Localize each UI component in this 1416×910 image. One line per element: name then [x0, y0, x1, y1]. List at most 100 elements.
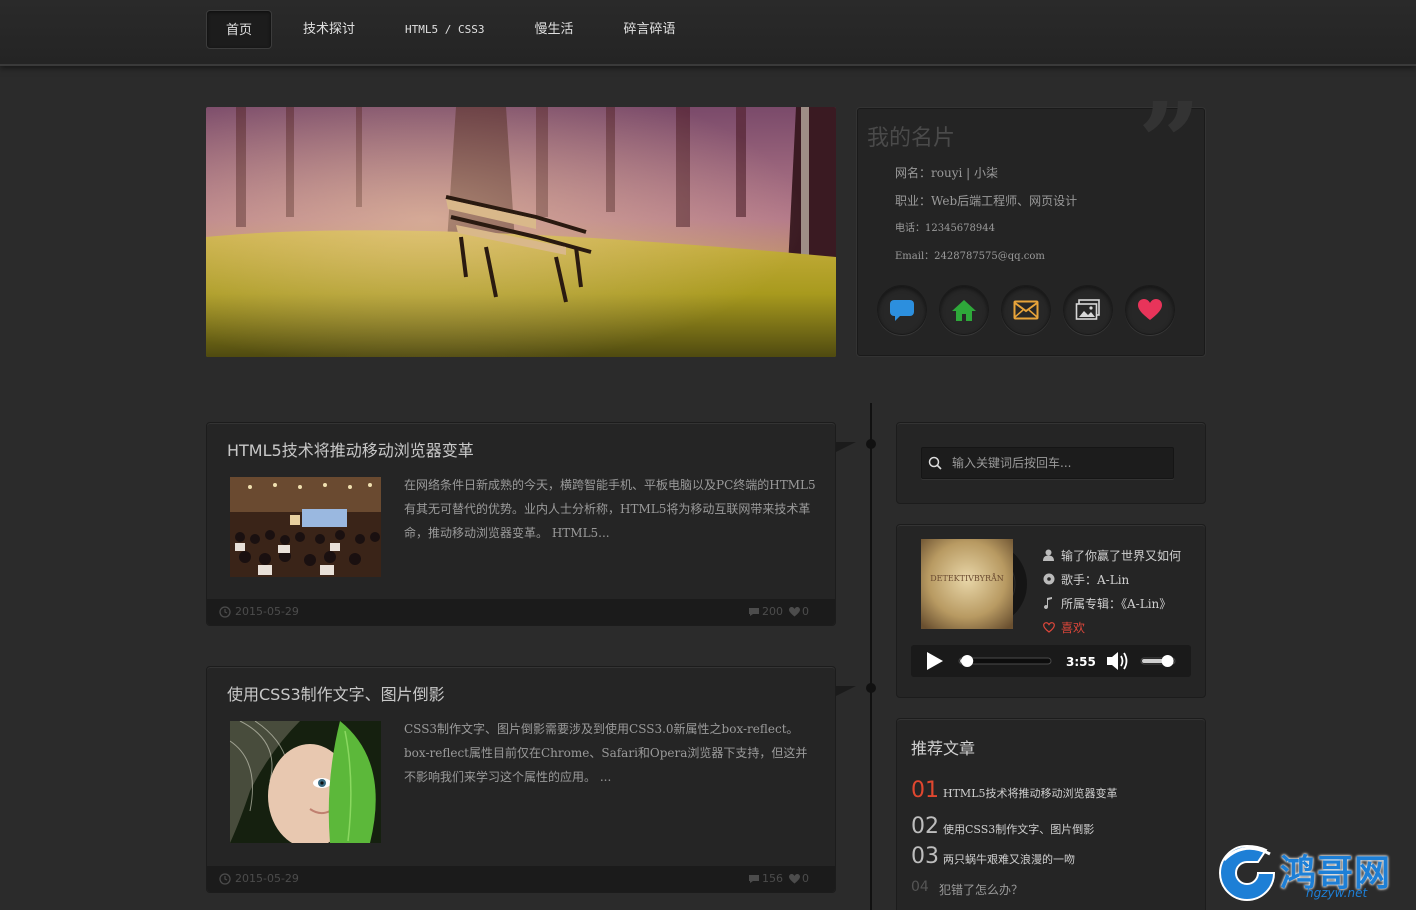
top-navbar: 首页 技术探讨 HTML5 / CSS3 慢生活 碎言碎语: [0, 0, 1416, 66]
nav-item-notes[interactable]: 碎言碎语: [605, 10, 695, 49]
nav-item-home[interactable]: 首页: [206, 10, 273, 49]
rec-rank: 01: [911, 778, 939, 803]
timeline-dot: [866, 439, 876, 449]
search-box: [921, 447, 1174, 479]
quote-mark-icon: ”: [1137, 78, 1201, 207]
post-thumbnail-conference[interactable]: [230, 477, 381, 577]
rec-rank: 03: [911, 844, 939, 869]
recommended-title: 推荐文章: [911, 739, 976, 758]
audio-player: 3:55: [911, 645, 1191, 677]
track-time: 3:55: [1066, 655, 1096, 669]
post-title[interactable]: HTML5技术将推动移动浏览器变革: [227, 437, 474, 461]
nav-item-tech[interactable]: 技术探讨: [284, 10, 374, 49]
heart-icon: [789, 607, 800, 617]
comment-icon: [749, 608, 759, 616]
rec-text[interactable]: 两只蜗牛艰难又浪漫的一吻: [943, 851, 1075, 869]
heart-icon: [1138, 299, 1162, 320]
recommended-articles-widget: 推荐文章 01 HTML5技术将推动移动浏览器变革 02 使用CSS3制作文字、…: [896, 718, 1206, 910]
post-like-count[interactable]: 0: [802, 599, 809, 625]
chat-button[interactable]: [877, 285, 927, 335]
profile-info: 网名：rouyi | 小柒 职业：Web后端工程师、网页设计 电话：123456…: [895, 164, 1077, 276]
volume-knob[interactable]: [1161, 655, 1174, 667]
album-cover: DETEKTIVBYRÅN: [921, 539, 1013, 629]
post-comment-count[interactable]: 200: [762, 599, 783, 625]
post-date-text: 2015-05-29: [235, 872, 299, 885]
music-player-widget: DETEKTIVBYRÅN 输了你赢了世界又如何 歌手：A-Lin 所属专辑：《…: [896, 524, 1206, 698]
clock-icon: [219, 606, 231, 618]
timeline-pointer: [836, 442, 856, 452]
rec-rank: 04: [911, 879, 929, 895]
album-name: 所属专辑：《A-Lin》: [1061, 596, 1172, 611]
search-icon[interactable]: [928, 456, 942, 470]
like-song-button[interactable]: 喜欢: [1043, 615, 1181, 639]
post-card: HTML5技术将推动移动浏览器变革 在网络条件日新成熟的今天，横跨智能手机、平板…: [206, 422, 836, 626]
post-comment-count[interactable]: 156: [762, 866, 783, 892]
search-widget: [896, 422, 1206, 504]
main-nav: 首页 技术探讨 HTML5 / CSS3 慢生活 碎言碎语: [206, 10, 707, 49]
rec-text[interactable]: HTML5技术将推动移动浏览器变革: [943, 785, 1118, 803]
profile-phone: 电话：12345678944: [895, 223, 995, 234]
rec-text[interactable]: 犯错了怎么办？: [939, 881, 1023, 899]
chat-bubble-icon: [890, 300, 914, 321]
profile-nickname: 网名：rouyi | 小柒: [895, 166, 998, 180]
post-excerpt: 在网络条件日新成熟的今天，横跨智能手机、平板电脑以及PC终端的HTML5有其无可…: [404, 478, 816, 540]
profile-card: ” 我的名片 网名：rouyi | 小柒 职业：Web后端工程师、网页设计 电话…: [856, 88, 1206, 357]
post-footer: 2015-05-29 200 0: [207, 599, 835, 625]
clock-icon: [219, 873, 231, 885]
rec-text[interactable]: 使用CSS3制作文字、图片倒影: [943, 821, 1094, 839]
recommended-list: 01 HTML5技术将推动移动浏览器变革 02 使用CSS3制作文字、图片倒影 …: [911, 771, 1201, 899]
favorite-button[interactable]: [1125, 285, 1175, 335]
disc-icon: [1043, 573, 1055, 585]
comment-icon: [749, 875, 759, 883]
like-label: 喜欢: [1061, 620, 1086, 635]
home-button[interactable]: [939, 285, 989, 335]
mail-icon: [1013, 300, 1039, 320]
nav-item-slow-life[interactable]: 慢生活: [516, 10, 593, 49]
nav-item-html5-css3[interactable]: HTML5 / CSS3: [386, 10, 503, 49]
post-thumbnail-girl-leaf[interactable]: [230, 721, 381, 843]
play-icon[interactable]: [927, 652, 943, 670]
timeline-line: [870, 403, 872, 910]
heart-icon: [789, 874, 800, 884]
heart-outline-icon: [1043, 621, 1055, 633]
brand-logo-icon: [1219, 844, 1276, 901]
post-stats: 200 0: [748, 599, 815, 625]
profile-job: 职业：Web后端工程师、网页设计: [895, 194, 1078, 208]
social-links: [877, 285, 1187, 335]
post-date-text: 2015-05-29: [235, 605, 299, 618]
user-icon: [1043, 549, 1054, 561]
timeline-pointer: [836, 686, 856, 696]
volume-icon[interactable]: [1107, 652, 1128, 670]
recommended-item[interactable]: 01 HTML5技术将推动移动浏览器变革: [911, 771, 1201, 803]
progress-knob[interactable]: [961, 655, 974, 667]
rec-rank: 02: [911, 814, 939, 839]
gallery-button[interactable]: [1063, 285, 1113, 335]
post-footer: 2015-05-29 156 0: [207, 866, 835, 892]
song-title: 输了你赢了世界又如何: [1061, 548, 1182, 563]
profile-email: Email：2428787575@qq.com: [895, 251, 1045, 262]
gallery-icon: [1075, 299, 1100, 320]
post-card: 使用CSS3制作文字、图片倒影 CSS3制作文字、图片倒影需要涉及到使用CSS3…: [206, 666, 836, 893]
hero-banner-image: [206, 107, 836, 357]
recommended-item[interactable]: 04 犯错了怎么办？: [911, 869, 1201, 899]
timeline-dot: [866, 683, 876, 693]
post-like-count[interactable]: 0: [802, 866, 809, 892]
post-title[interactable]: 使用CSS3制作文字、图片倒影: [227, 681, 445, 705]
singer-name: 歌手：A-Lin: [1061, 572, 1130, 587]
song-title-row: 输了你赢了世界又如何: [1043, 543, 1181, 567]
singer-row: 歌手：A-Lin: [1043, 567, 1181, 591]
music-note-icon: [1044, 597, 1052, 609]
home-icon: [952, 300, 976, 321]
album-row: 所属专辑：《A-Lin》: [1043, 591, 1181, 615]
post-excerpt: CSS3制作文字、图片倒影需要涉及到使用CSS3.0新属性之box-reflec…: [404, 722, 808, 784]
recommended-item[interactable]: 03 两只蜗牛艰难又浪漫的一吻: [911, 839, 1201, 869]
post-date: 2015-05-29: [219, 866, 299, 892]
recommended-item[interactable]: 02 使用CSS3制作文字、图片倒影: [911, 803, 1201, 839]
watermark-url: hgzyw.net: [1306, 886, 1368, 900]
site-watermark: 鸿哥网 hgzyw.net: [1214, 840, 1414, 906]
post-stats: 156 0: [748, 866, 815, 892]
album-cover-text: DETEKTIVBYRÅN: [930, 574, 1004, 583]
mail-button[interactable]: [1001, 285, 1051, 335]
post-date: 2015-05-29: [219, 599, 299, 625]
search-input[interactable]: [952, 448, 1167, 478]
